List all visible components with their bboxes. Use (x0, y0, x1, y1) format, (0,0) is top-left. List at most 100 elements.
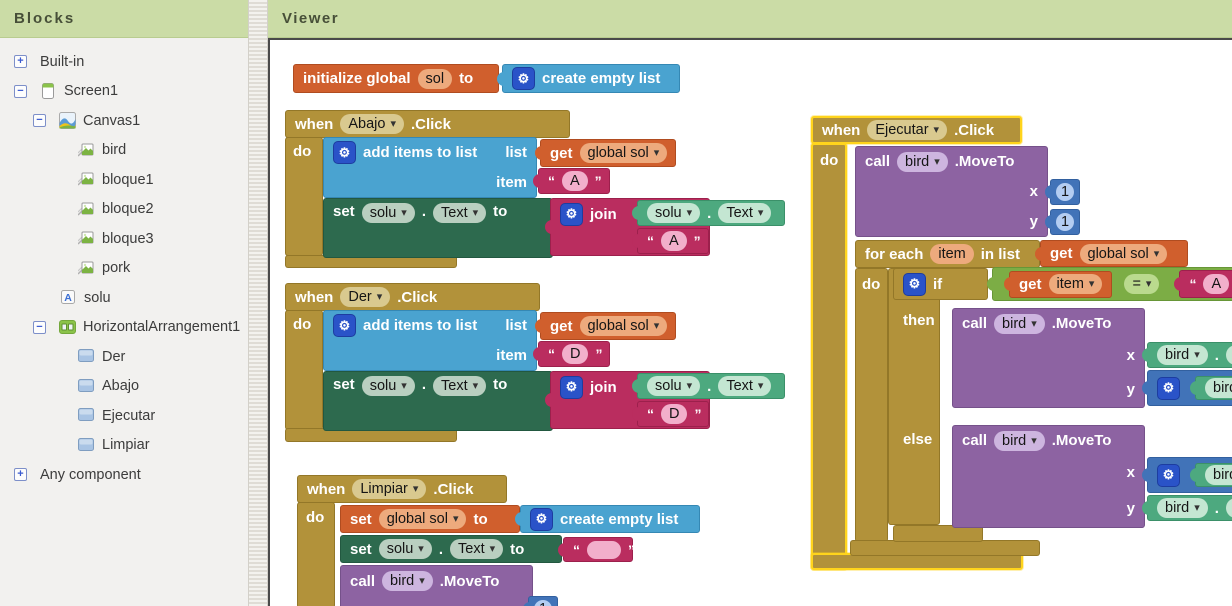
component-dropdown-limpiar[interactable]: Limpiar▾ (352, 479, 426, 499)
expand-icon[interactable]: + (14, 55, 27, 68)
mutator-gear-icon[interactable]: ⚙ (333, 314, 356, 337)
block-add-items-der[interactable]: ⚙add items to listlist item (323, 310, 537, 371)
collapse-icon[interactable]: − (33, 114, 46, 127)
mutator-gear-icon[interactable]: ⚙ (903, 273, 926, 296)
collapse-icon[interactable]: − (14, 85, 27, 98)
mutator-gear-icon[interactable]: ⚙ (560, 376, 583, 399)
operator-dropdown[interactable]: =▾ (1124, 274, 1159, 294)
mutator-gear-icon[interactable]: ⚙ (1157, 464, 1180, 487)
block-when-abajo-header[interactable]: when Abajo▾ .Click (285, 110, 570, 138)
block-call-bird-moveto-else[interactable]: call bird▾ .MoveTo x y (952, 425, 1145, 528)
tree-item-screen1[interactable]: −Screen1 (0, 77, 248, 107)
variable-dropdown[interactable]: global sol▾ (1080, 244, 1168, 264)
property-dropdown-text[interactable]: Text▾ (718, 203, 771, 223)
component-dropdown-solu[interactable]: solu▾ (379, 539, 432, 559)
block-get-bird-y-else[interactable]: bird▾ . Y▾ (1147, 495, 1232, 521)
variable-name-field[interactable]: sol (418, 69, 453, 89)
block-for-each-foot[interactable] (850, 540, 1040, 556)
blocks-canvas[interactable]: initialize global sol to ⚙ create empty … (268, 38, 1232, 606)
component-dropdown-bird[interactable]: bird▾ (382, 571, 433, 591)
block-when-der-header[interactable]: when Der▾ .Click (285, 283, 540, 311)
component-dropdown-solu[interactable]: solu▾ (362, 376, 415, 396)
block-text-d-der[interactable]: “ D ” (538, 341, 610, 367)
property-dropdown-x[interactable]: X▾ (1226, 345, 1232, 365)
mutator-gear-icon[interactable]: ⚙ (1157, 377, 1180, 400)
block-equals-comparison[interactable]: get item▾ =▾ “ A ” (992, 267, 1232, 301)
tree-item-bloque2[interactable]: bloque2 (0, 195, 248, 225)
mutator-gear-icon[interactable]: ⚙ (333, 141, 356, 164)
tree-item-abajo[interactable]: Abajo (0, 372, 248, 402)
block-call-bird-moveto-limpiar[interactable]: call bird▾ .MoveTo x (340, 565, 533, 606)
tree-item-bloque1[interactable]: bloque1 (0, 165, 248, 195)
property-dropdown-text[interactable]: Text▾ (450, 539, 503, 559)
tree-item-ejecutar[interactable]: Ejecutar (0, 401, 248, 431)
block-get-solu-text-abajo[interactable]: solu▾ . Text▾ (637, 200, 785, 226)
tree-item-built-in[interactable]: +Built-in (0, 47, 248, 77)
block-get-global-sol-abajo[interactable]: get global sol▾ (540, 139, 676, 167)
number-value-field[interactable]: 1 (534, 600, 552, 606)
property-dropdown-y[interactable]: Y▾ (1226, 498, 1232, 518)
component-dropdown-solu[interactable]: solu▾ (362, 203, 415, 223)
block-text-a-condition[interactable]: “ A ” (1179, 270, 1232, 298)
block-number-1-y[interactable]: 1 (1050, 209, 1080, 235)
block-get-solu-text-der[interactable]: solu▾ . Text▾ (637, 373, 785, 399)
component-dropdown-bird[interactable]: bird▾ (994, 431, 1045, 451)
panel-splitter[interactable] (248, 0, 268, 606)
tree-item-bloque3[interactable]: bloque3 (0, 224, 248, 254)
block-get-global-sol-foreach[interactable]: get global sol▾ (1040, 240, 1188, 267)
block-text-d2-der[interactable]: “ D ” (637, 401, 709, 427)
block-set-solu-text-der[interactable]: set solu▾ . Text▾ to (323, 371, 553, 431)
variable-dropdown[interactable]: global sol▾ (580, 143, 668, 163)
block-get-bird-nested[interactable]: bird▾ (1195, 463, 1232, 487)
block-when-limpiar-header[interactable]: when Limpiar▾ .Click (297, 475, 507, 503)
component-dropdown-solu[interactable]: solu▾ (647, 203, 700, 223)
component-dropdown-der[interactable]: Der▾ (340, 287, 390, 307)
collapse-icon[interactable]: − (33, 321, 46, 334)
block-set-global-sol-limpiar[interactable]: set global sol▾ to (340, 505, 520, 533)
mutator-gear-icon[interactable]: ⚙ (512, 67, 535, 90)
block-add-items-abajo[interactable]: ⚙add items to listlist item (323, 137, 537, 198)
variable-dropdown[interactable]: global sol▾ (379, 509, 467, 529)
component-dropdown-bird[interactable]: bird▾ (897, 152, 948, 172)
block-text-empty-limpiar[interactable]: “ ” (563, 537, 633, 562)
component-dropdown-bird[interactable]: bird▾ (1157, 498, 1208, 518)
block-math-expression-then-y[interactable]: ⚙ bird▾ (1147, 370, 1232, 406)
number-value-field[interactable]: 1 (1056, 183, 1074, 201)
block-for-each-header[interactable]: for each item in list (855, 240, 1040, 268)
block-set-solu-text-abajo[interactable]: set solu▾ . Text▾ to (323, 198, 553, 258)
property-dropdown-text[interactable]: Text▾ (433, 203, 486, 223)
text-value-field[interactable]: A (1203, 274, 1229, 294)
component-dropdown-bird[interactable]: bird▾ (994, 314, 1045, 334)
block-get-bird-nested[interactable]: bird▾ (1195, 376, 1232, 400)
mutator-gear-icon[interactable]: ⚙ (560, 203, 583, 226)
block-number-1-limpiar[interactable]: 1 (528, 596, 558, 606)
block-when-ejecutar-body[interactable] (811, 143, 847, 570)
loop-variable-field[interactable]: item (930, 244, 973, 264)
mutator-gear-icon[interactable]: ⚙ (530, 508, 553, 531)
property-dropdown-text[interactable]: Text▾ (718, 376, 771, 396)
text-value-field[interactable]: A (562, 171, 588, 191)
block-math-expression-else-x[interactable]: ⚙ bird▾ (1147, 457, 1232, 493)
component-dropdown-ejecutar[interactable]: Ejecutar▾ (867, 120, 947, 140)
tree-item-bird[interactable]: bird (0, 136, 248, 166)
block-when-ejecutar-header[interactable]: when Ejecutar▾ .Click (811, 116, 1022, 144)
text-value-field[interactable]: D (562, 344, 588, 364)
block-if-body[interactable] (888, 268, 940, 525)
block-create-empty-list-2[interactable]: ⚙ create empty list (520, 505, 700, 533)
block-call-bird-moveto-then[interactable]: call bird▾ .MoveTo x y (952, 308, 1145, 408)
block-create-empty-list-1[interactable]: ⚙ create empty list (502, 64, 680, 93)
tree-item-canvas1[interactable]: −Canvas1 (0, 106, 248, 136)
component-dropdown-solu[interactable]: solu▾ (647, 376, 700, 396)
number-value-field[interactable]: 1 (1056, 213, 1074, 231)
block-get-global-sol-der[interactable]: get global sol▾ (540, 312, 676, 340)
tree-item-limpiar[interactable]: Limpiar (0, 431, 248, 461)
block-get-item[interactable]: get item▾ (1009, 271, 1112, 298)
component-dropdown-bird[interactable]: bird▾ (1205, 465, 1232, 485)
text-value-field[interactable]: D (661, 404, 687, 424)
block-if-header[interactable]: ⚙ if (893, 268, 988, 300)
tree-item-der[interactable]: Der (0, 342, 248, 372)
block-number-1-x[interactable]: 1 (1050, 179, 1080, 205)
block-for-each-body[interactable] (855, 268, 888, 542)
tree-item-any-component[interactable]: +Any component (0, 460, 248, 490)
block-get-bird-x-then[interactable]: bird▾ . X▾ (1147, 342, 1232, 368)
